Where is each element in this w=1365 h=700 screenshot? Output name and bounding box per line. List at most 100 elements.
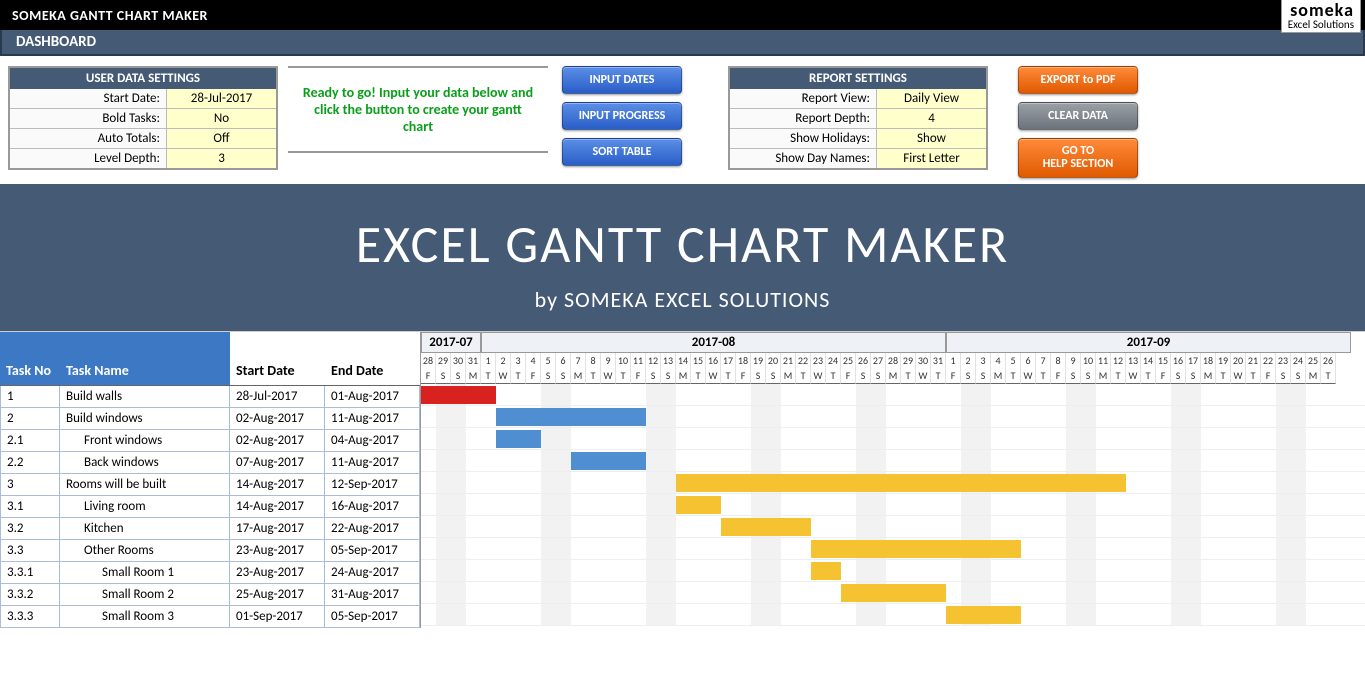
day-number: 6 [556,353,571,368]
export-pdf-button[interactable]: EXPORT to PDF [1018,66,1138,94]
setting-row: Report Depth: 4 [730,108,986,128]
day-number: 1 [481,353,496,368]
setting-value[interactable]: 3 [166,149,276,168]
table-row[interactable]: 3.3.2 Small Room 2 25-Aug-2017 31-Aug-20… [0,584,420,606]
gantt-bar[interactable] [676,496,721,514]
day-letter: S [871,368,886,384]
setting-label: Bold Tasks: [10,109,166,128]
day-letter: M [1306,368,1321,384]
cell-start: 28-Jul-2017 [230,386,325,407]
task-table: Task No Task Name Start Date End Date 1 … [0,332,421,628]
gantt-bar[interactable] [496,408,646,426]
input-dates-button[interactable]: INPUT DATES [562,66,682,94]
cell-end: 22-Aug-2017 [325,518,420,539]
cell-end: 12-Sep-2017 [325,474,420,495]
day-number: 9 [1066,353,1081,368]
table-row[interactable]: 3.3 Other Rooms 23-Aug-2017 05-Sep-2017 [0,540,420,562]
gantt-bar[interactable] [421,386,496,404]
bar-row [421,604,1365,626]
table-row[interactable]: 3.2 Kitchen 17-Aug-2017 22-Aug-2017 [0,518,420,540]
day-number: 10 [1081,353,1096,368]
day-letter: T [586,368,601,384]
day-number: 26 [856,353,871,368]
day-letter: M [1201,368,1216,384]
day-letter: T [691,368,706,384]
gantt-bar[interactable] [496,430,541,448]
setting-value[interactable]: 4 [876,109,986,128]
day-number: 9 [601,353,616,368]
col-task-name: Task Name [60,332,230,386]
day-letter: F [421,368,436,384]
cell-task-no: 3 [0,474,60,495]
cell-start: 25-Aug-2017 [230,584,325,605]
table-row[interactable]: 3 Rooms will be built 14-Aug-2017 12-Sep… [0,474,420,496]
sort-table-button[interactable]: SORT TABLE [562,138,682,166]
table-row[interactable]: 2.1 Front windows 02-Aug-2017 04-Aug-201… [0,430,420,452]
setting-value[interactable]: First Letter [876,149,986,168]
input-progress-button[interactable]: INPUT PROGRESS [562,102,682,130]
bar-row [421,582,1365,604]
day-number: 25 [1306,353,1321,368]
cell-task-name: Rooms will be built [60,474,230,495]
day-number: 13 [661,353,676,368]
day-letter: M [571,368,586,384]
day-letter: T [1216,368,1231,384]
cell-end: 04-Aug-2017 [325,430,420,451]
day-letter: T [796,368,811,384]
setting-value[interactable]: 28-Jul-2017 [166,89,276,108]
table-row[interactable]: 2.2 Back windows 07-Aug-2017 11-Aug-2017 [0,452,420,474]
cell-task-name: Small Room 1 [60,562,230,583]
day-number: 24 [1291,353,1306,368]
app-title: SOMEKA GANTT CHART MAKER [12,7,208,24]
clear-data-button[interactable]: CLEAR DATA [1018,102,1138,130]
cell-end: 16-Aug-2017 [325,496,420,517]
cell-end: 05-Sep-2017 [325,540,420,561]
day-number: 11 [1096,353,1111,368]
day-letter: S [1081,368,1096,384]
day-letter: W [496,368,511,384]
gantt-bar[interactable] [676,474,1126,492]
report-settings-panel: REPORT SETTINGS Report View: Daily View … [728,66,988,170]
cell-task-name: Build walls [60,386,230,407]
setting-row: Show Day Names: First Letter [730,148,986,168]
gantt-bar[interactable] [721,518,811,536]
help-button[interactable]: GO TO HELP SECTION [1018,138,1138,178]
day-letter: M [781,368,796,384]
setting-value[interactable]: Off [166,129,276,148]
cell-task-no: 3.3.2 [0,584,60,605]
day-letter: S [976,368,991,384]
table-row[interactable]: 2 Build windows 02-Aug-2017 11-Aug-2017 [0,408,420,430]
setting-label: Report View: [730,89,876,108]
gantt-bar[interactable] [571,452,646,470]
month-cell: 2017-09 [946,332,1351,353]
setting-row: Auto Totals: Off [10,128,276,148]
day-number: 12 [1111,353,1126,368]
day-letter: T [931,368,946,384]
cell-start: 23-Aug-2017 [230,540,325,561]
day-letter: S [661,368,676,384]
day-number: 31 [466,353,481,368]
cell-task-no: 1 [0,386,60,407]
day-letter: W [1231,368,1246,384]
table-row[interactable]: 3.3.3 Small Room 3 01-Sep-2017 05-Sep-20… [0,606,420,628]
table-row[interactable]: 1 Build walls 28-Jul-2017 01-Aug-2017 [0,386,420,408]
cell-task-name: Back windows [60,452,230,473]
gantt-bar[interactable] [811,540,1021,558]
day-number: 29 [436,353,451,368]
day-number: 7 [1036,353,1051,368]
day-letter: M [466,368,481,384]
gantt-bar[interactable] [841,584,946,602]
cell-task-no: 3.3.3 [0,606,60,627]
gantt-bar[interactable] [946,606,1021,624]
day-letter: S [556,368,571,384]
table-row[interactable]: 3.1 Living room 14-Aug-2017 16-Aug-2017 [0,496,420,518]
gantt-bar[interactable] [811,562,841,580]
day-letter: F [526,368,541,384]
setting-value[interactable]: No [166,109,276,128]
month-cell: 2017-08 [481,332,946,353]
setting-value[interactable]: Daily View [876,89,986,108]
table-row[interactable]: 3.3.1 Small Room 1 23-Aug-2017 24-Aug-20… [0,562,420,584]
setting-value[interactable]: Show [876,129,986,148]
day-letter: S [1186,368,1201,384]
day-number: 17 [721,353,736,368]
